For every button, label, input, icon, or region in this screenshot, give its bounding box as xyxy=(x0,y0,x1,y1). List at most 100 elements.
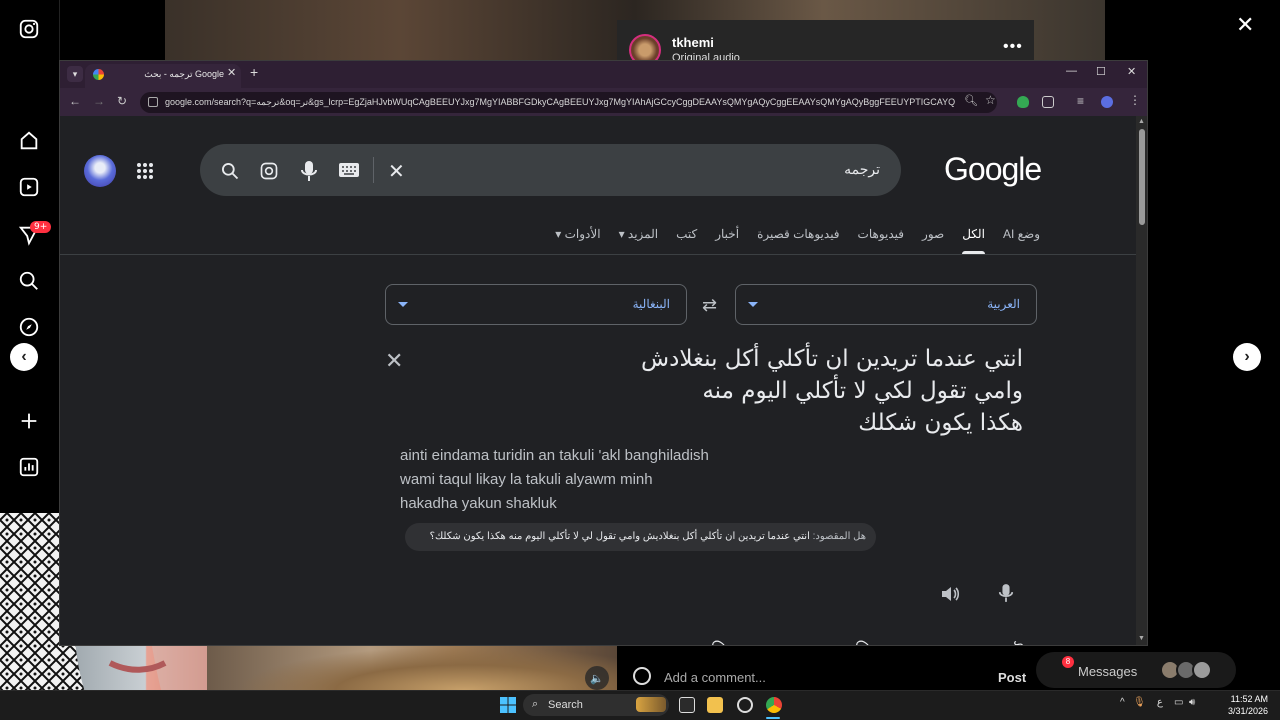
search-divider xyxy=(373,157,374,183)
translation-output-text: আমি যখন বাংলাদেশি খাবার খেতে চাই xyxy=(395,637,1025,645)
url-text[interactable]: google.com/search?q=ترجمه&oq=تر&gs_lcrp=… xyxy=(165,97,955,108)
source-language-label: العربية xyxy=(987,297,1020,311)
tab-5[interactable]: أخبار xyxy=(715,225,739,251)
post-button[interactable]: Post xyxy=(998,670,1026,685)
search-tabs: وضع AI الكل صور فيديوهات فيديوهات قصيرة أخبار… xyxy=(500,225,1040,254)
transliteration-line: ainti eindama turidin an takuli 'akl ban… xyxy=(400,447,709,464)
google-apps-icon[interactable] xyxy=(136,162,154,180)
search-icon[interactable] xyxy=(18,270,42,294)
source-line: انتي عندما تريدين ان تأكلي أكل بنغلادش xyxy=(641,346,1023,372)
microphone-icon[interactable] xyxy=(998,583,1014,603)
reels-icon[interactable] xyxy=(18,176,42,200)
volume-icon[interactable]: 🔊︎ xyxy=(1189,697,1195,708)
create-icon[interactable] xyxy=(18,410,42,434)
target-language-select[interactable]: البنغالية xyxy=(385,284,687,325)
lens-icon[interactable] xyxy=(259,161,279,181)
tab-4[interactable]: فيديوهات قصيرة xyxy=(757,225,839,251)
instagram-logo-icon[interactable] xyxy=(18,18,42,42)
google-favicon-icon xyxy=(93,69,104,80)
search-icon[interactable] xyxy=(220,161,240,181)
listen-icon[interactable] xyxy=(940,585,960,603)
search-input[interactable]: ترجمه xyxy=(760,161,880,178)
tab-close-icon[interactable]: ✕ xyxy=(227,66,236,79)
did-you-mean-text: انتي عندما تريدين ان تأكلي أكل بنغلاديش … xyxy=(429,531,810,542)
translation-output[interactable]: আমি যখন বাংলাদেশি খাবার খেতে চাই xyxy=(385,629,1037,645)
profile-icon[interactable] xyxy=(1101,96,1113,108)
more-options-icon[interactable]: ••• xyxy=(1003,38,1023,56)
input-language[interactable]: ع xyxy=(1157,697,1163,708)
tab-7[interactable]: المزيد ▾ xyxy=(619,225,659,251)
scroll-up-icon[interactable]: ▲ xyxy=(1138,118,1145,125)
google-logo[interactable]: Google xyxy=(944,151,1042,188)
microphone-icon[interactable] xyxy=(300,160,318,182)
search-icon: ⌕ xyxy=(532,698,539,710)
bookmark-star-icon[interactable]: ☆ xyxy=(985,93,996,107)
window-close-icon[interactable]: ✕ xyxy=(1127,65,1136,78)
shield-extension-icon[interactable] xyxy=(1017,96,1029,108)
avatar[interactable] xyxy=(84,155,116,187)
source-text-input[interactable]: انتي عندما تريدين ان تأكلي أكل بنغلادش و… xyxy=(480,343,1023,439)
home-icon[interactable] xyxy=(18,130,42,154)
emoji-icon[interactable] xyxy=(633,667,651,685)
close-icon[interactable]: ✕ xyxy=(1236,12,1254,38)
tab-8[interactable]: الأدوات ▾ xyxy=(555,225,600,251)
extensions-icon[interactable] xyxy=(1042,96,1054,108)
forward-icon[interactable]: → xyxy=(93,94,105,108)
tab-1[interactable]: الكل xyxy=(962,225,985,254)
scroll-down-icon[interactable]: ▼ xyxy=(1138,635,1145,642)
messages-label[interactable]: Messages xyxy=(1078,664,1137,679)
chrome-icon[interactable] xyxy=(766,697,782,713)
transliteration-line: hakadha yakun shakluk xyxy=(400,495,557,512)
network-icon[interactable]: ▭ xyxy=(1174,697,1183,708)
site-info-icon[interactable] xyxy=(148,97,158,107)
volume-icon[interactable]: 🔈 xyxy=(585,666,609,690)
did-you-mean-suggestion[interactable]: هل المقصود: انتي عندما تريدين ان تأكلي أ… xyxy=(405,523,876,551)
did-you-mean-prefix: هل المقصود: xyxy=(812,531,866,542)
previous-arrow-icon[interactable]: ‹ xyxy=(10,343,38,371)
taskbar-search-label: Search xyxy=(548,699,583,711)
notification-badge: 9+ xyxy=(30,221,52,233)
clear-search-icon[interactable]: ✕ xyxy=(388,159,405,184)
clock[interactable]: 11:52 AM 3/31/2026 xyxy=(1228,693,1268,717)
reel-username[interactable]: tkhemi xyxy=(672,35,714,50)
reading-list-icon[interactable]: ≡ xyxy=(1077,94,1084,108)
back-icon[interactable]: ← xyxy=(69,94,81,108)
reel-audio-label[interactable]: Original audio xyxy=(672,52,740,60)
active-app-indicator xyxy=(766,717,780,719)
transliteration: ainti eindama turidin an takuli 'akl ban… xyxy=(400,444,709,516)
windows-start-icon[interactable] xyxy=(500,697,516,713)
source-language-select[interactable]: العربية xyxy=(735,284,1037,325)
tab-2[interactable]: صور xyxy=(922,225,944,251)
comment-input[interactable]: Add a comment... xyxy=(664,670,766,685)
chevron-up-icon[interactable]: ^ xyxy=(1120,697,1125,708)
swap-languages-icon[interactable]: ⇄ xyxy=(702,295,717,316)
clear-source-icon[interactable]: ✕ xyxy=(385,348,403,374)
dashboard-icon[interactable] xyxy=(18,456,42,480)
chrome-menu-icon[interactable]: ⋮ xyxy=(1129,93,1141,107)
clock-date: 3/31/2026 xyxy=(1228,706,1269,716)
tabs-divider xyxy=(60,254,1136,255)
source-line: وامي تقول لكي لا تأكلي اليوم منه xyxy=(702,378,1023,404)
explore-icon[interactable] xyxy=(18,316,42,340)
file-explorer-icon[interactable] xyxy=(707,697,723,713)
messages-badge: 8 xyxy=(1062,656,1074,668)
keyboard-icon[interactable] xyxy=(338,162,360,178)
next-arrow-icon[interactable]: › xyxy=(1233,343,1261,371)
minimize-icon[interactable]: — xyxy=(1066,65,1077,77)
task-view-icon[interactable] xyxy=(679,697,695,713)
scrollbar-thumb[interactable] xyxy=(1139,129,1145,225)
zoom-search-icon[interactable]: 🔍︎ xyxy=(964,94,978,107)
maximize-icon[interactable]: ☐ xyxy=(1096,65,1106,78)
tab-3[interactable]: فيديوهات xyxy=(858,225,904,251)
tab-0[interactable]: وضع AI xyxy=(1003,225,1040,251)
system-tray[interactable]: ^ 🎙︎ ع ▭ 🔊︎ xyxy=(1120,697,1195,708)
chevron-down-icon xyxy=(398,302,408,307)
tab-6[interactable]: كتب xyxy=(676,225,697,251)
microphone-icon[interactable]: 🎙︎ xyxy=(1133,697,1146,708)
new-tab-icon[interactable]: + xyxy=(250,64,258,80)
tab-title[interactable]: ترجمه - بحث Google xyxy=(112,69,224,80)
reload-icon[interactable]: ↻ xyxy=(117,94,127,108)
tab-search-icon[interactable]: ▾ xyxy=(67,66,83,82)
target-language-label: البنغالية xyxy=(632,297,670,311)
app-icon[interactable] xyxy=(737,697,753,713)
